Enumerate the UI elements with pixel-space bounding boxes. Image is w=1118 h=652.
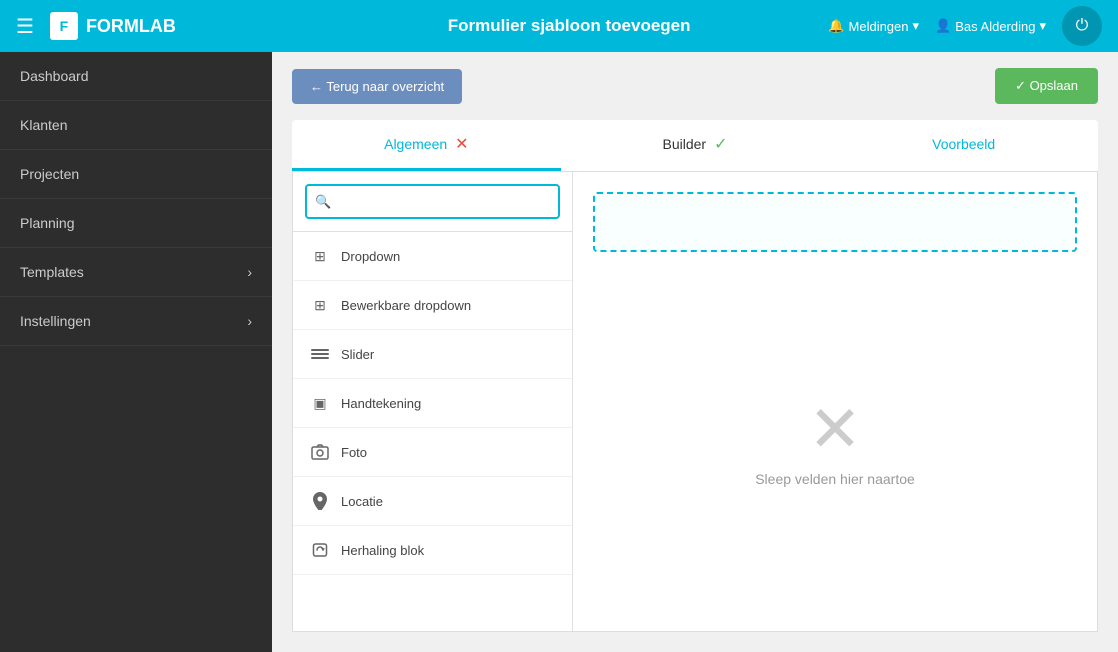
page-title: Formulier sjabloon toevoegen: [310, 16, 828, 36]
field-panel: 🔍 ⊞ Dropdown ⊞ Bewerkbare dropdown: [293, 172, 573, 631]
handtekening-icon: ▣: [309, 392, 331, 414]
dropdown-icon: ⊞: [309, 245, 331, 267]
drop-text: Sleep velden hier naartoe: [755, 471, 915, 487]
tab-badge-red: ✕: [455, 134, 468, 154]
foto-icon: [309, 441, 331, 463]
drop-placeholder: ✕ Sleep velden hier naartoe: [755, 272, 915, 611]
sidebar-item-instellingen[interactable]: Instellingen ›: [0, 297, 272, 346]
tab-voorbeeld[interactable]: Voorbeeld: [829, 120, 1098, 171]
search-icon: 🔍: [315, 194, 331, 210]
sidebar-item-label: Instellingen: [20, 313, 91, 329]
user-caret: ▾: [1039, 18, 1046, 34]
list-item[interactable]: ⊞ Bewerkbare dropdown: [293, 281, 572, 330]
sidebar-item-templates[interactable]: Templates ›: [0, 248, 272, 297]
locatie-icon: [309, 490, 331, 512]
power-button[interactable]: ⏻: [1062, 6, 1102, 46]
content-area: ← Terug naar overzicht ✓ Opslaan Algemee…: [272, 52, 1118, 652]
sidebar: Dashboard Klanten Projecten Planning Tem…: [0, 52, 272, 652]
search-input[interactable]: [305, 184, 560, 219]
sidebar-item-klanten[interactable]: Klanten: [0, 101, 272, 150]
field-list: ⊞ Dropdown ⊞ Bewerkbare dropdown: [293, 232, 572, 631]
action-bar: ← Terug naar overzicht ✓ Opslaan: [272, 52, 1118, 120]
sidebar-item-dashboard[interactable]: Dashboard: [0, 52, 272, 101]
drop-x-icon: ✕: [808, 397, 862, 461]
sidebar-item-label: Dashboard: [20, 68, 89, 84]
chevron-right-icon: ›: [247, 264, 252, 280]
bewerkbare-dropdown-icon: ⊞: [309, 294, 331, 316]
field-label: Locatie: [341, 494, 383, 509]
power-icon: ⏻: [1076, 17, 1089, 35]
notifications-caret: ▾: [913, 18, 920, 34]
field-label: Handtekening: [341, 396, 421, 411]
search-wrapper: 🔍: [305, 184, 560, 219]
main-layout: Dashboard Klanten Projecten Planning Tem…: [0, 52, 1118, 652]
sidebar-item-label: Templates: [20, 264, 84, 280]
logo-text: FORMLAB: [86, 16, 176, 37]
field-label: Slider: [341, 347, 374, 362]
list-item[interactable]: Foto: [293, 428, 572, 477]
list-item[interactable]: Herhaling blok: [293, 526, 572, 575]
logo-icon: F: [50, 12, 78, 40]
user-avatar-icon: 👤: [935, 18, 951, 34]
notifications-menu[interactable]: 🔔 Meldingen ▾: [828, 18, 919, 34]
chevron-right-icon: ›: [247, 313, 252, 329]
drop-zone-top[interactable]: [593, 192, 1077, 252]
tab-builder[interactable]: Builder ✓: [561, 120, 830, 171]
bell-icon: 🔔: [828, 18, 844, 34]
sidebar-item-label: Projecten: [20, 166, 79, 182]
sidebar-item-label: Klanten: [20, 117, 67, 133]
drop-panel: ✕ Sleep velden hier naartoe: [573, 172, 1097, 631]
sidebar-item-projecten[interactable]: Projecten: [0, 150, 272, 199]
tab-label: Voorbeeld: [932, 136, 995, 152]
user-menu[interactable]: 👤 Bas Alderding ▾: [935, 18, 1046, 34]
slider-icon: [309, 343, 331, 365]
sidebar-item-label: Planning: [20, 215, 75, 231]
list-item[interactable]: ⊞ Dropdown: [293, 232, 572, 281]
list-item[interactable]: Slider: [293, 330, 572, 379]
user-name-label: Bas Alderding: [955, 19, 1035, 34]
list-item[interactable]: Locatie: [293, 477, 572, 526]
field-label: Dropdown: [341, 249, 400, 264]
field-label: Foto: [341, 445, 367, 460]
save-button[interactable]: ✓ Opslaan: [995, 68, 1098, 104]
field-label: Herhaling blok: [341, 543, 424, 558]
tab-badge-green: ✓: [714, 134, 727, 154]
tabs-bar: Algemeen ✕ Builder ✓ Voorbeeld: [292, 120, 1098, 172]
tab-label: Algemeen: [384, 136, 447, 152]
herhaling-blok-icon: [309, 539, 331, 561]
logo: F FORMLAB: [50, 12, 310, 40]
hamburger-icon[interactable]: ☰: [16, 14, 34, 39]
header: ☰ F FORMLAB Formulier sjabloon toevoegen…: [0, 0, 1118, 52]
field-label: Bewerkbare dropdown: [341, 298, 471, 313]
sidebar-item-planning[interactable]: Planning: [0, 199, 272, 248]
tab-algemeen[interactable]: Algemeen ✕: [292, 120, 561, 171]
back-button[interactable]: ← Terug naar overzicht: [292, 69, 462, 104]
header-right: 🔔 Meldingen ▾ 👤 Bas Alderding ▾ ⏻: [828, 6, 1102, 46]
tab-label: Builder: [663, 136, 707, 152]
search-box: 🔍: [293, 172, 572, 232]
builder-area: 🔍 ⊞ Dropdown ⊞ Bewerkbare dropdown: [292, 172, 1098, 632]
list-item[interactable]: ▣ Handtekening: [293, 379, 572, 428]
notifications-label: Meldingen: [849, 19, 909, 34]
